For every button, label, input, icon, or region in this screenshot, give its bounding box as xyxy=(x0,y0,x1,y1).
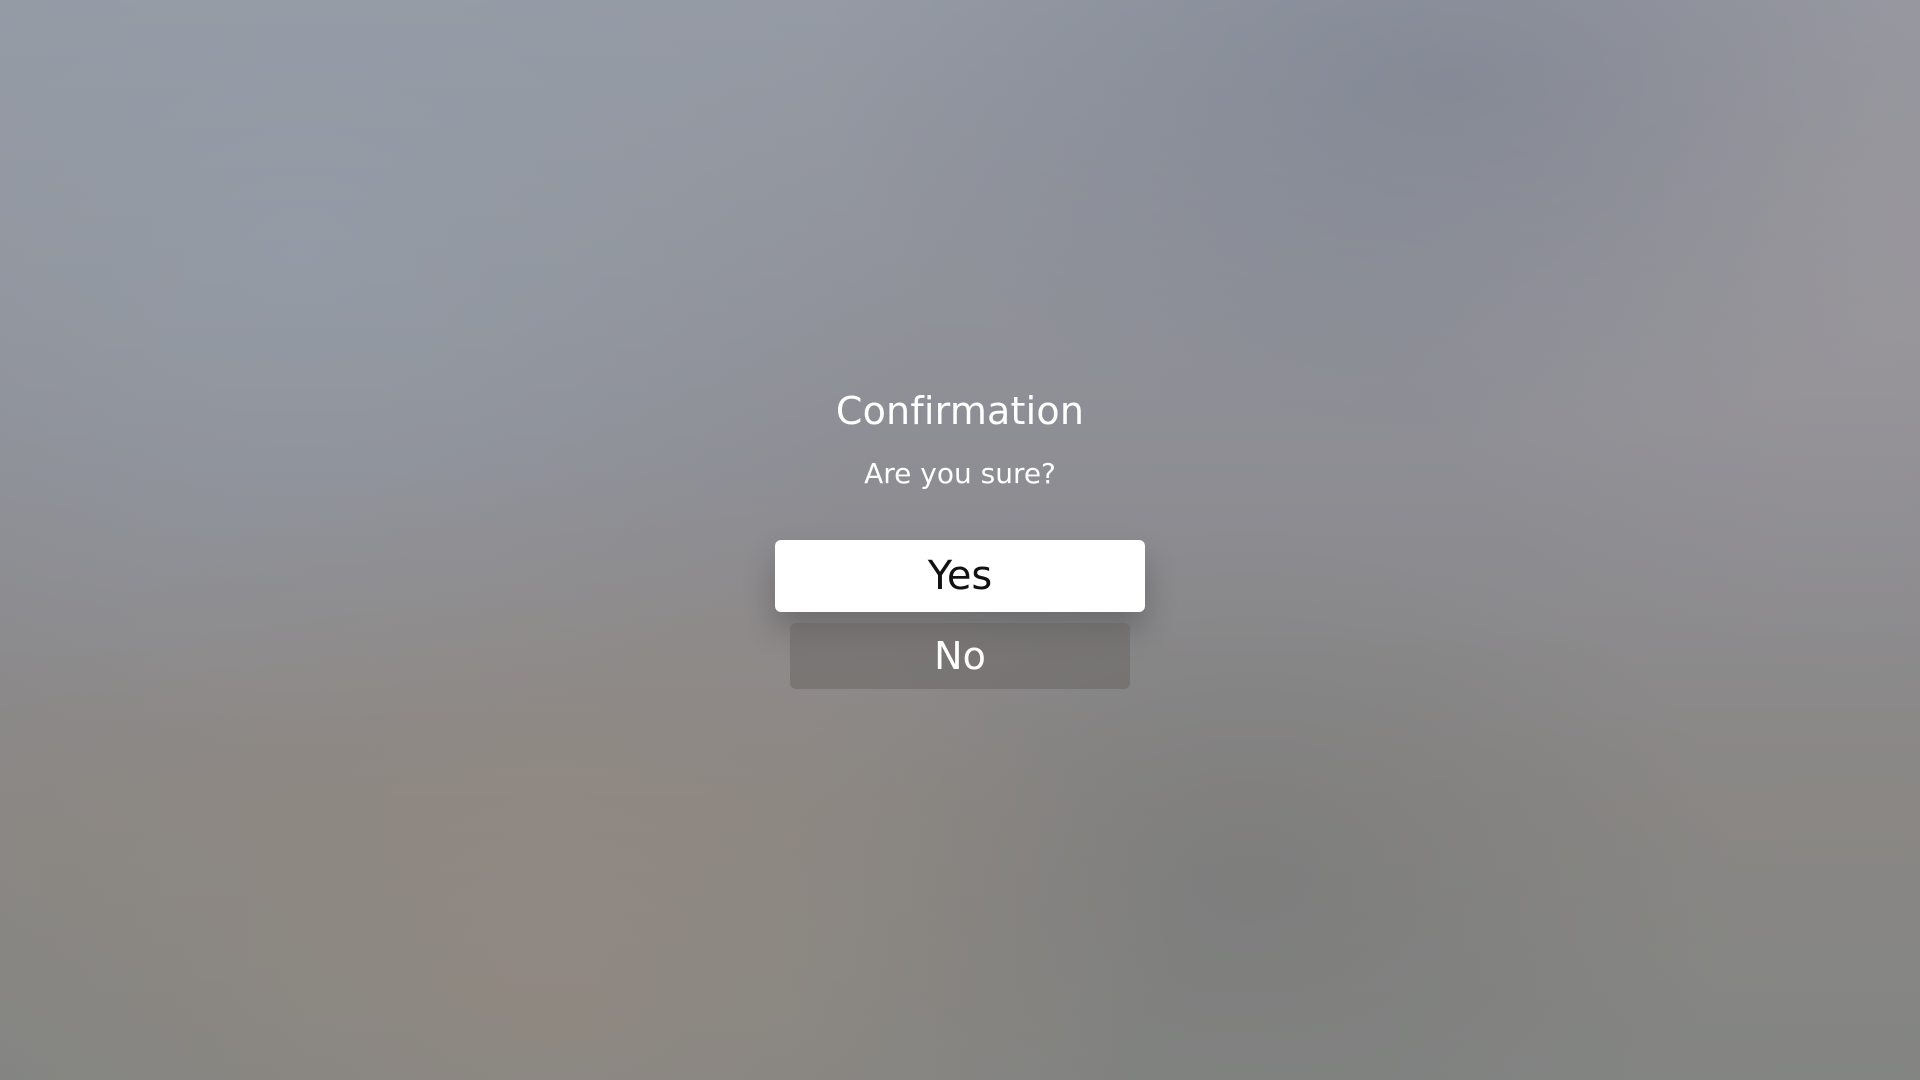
dialog-message: Are you sure? xyxy=(864,457,1056,490)
no-button[interactable]: No xyxy=(790,623,1130,689)
yes-button-label: Yes xyxy=(927,553,993,599)
yes-button[interactable]: Yes xyxy=(775,540,1145,612)
dialog-title: Confirmation xyxy=(835,389,1085,433)
confirmation-dialog: Confirmation Are you sure? Yes No xyxy=(0,0,1920,1080)
no-button-label: No xyxy=(934,634,986,678)
